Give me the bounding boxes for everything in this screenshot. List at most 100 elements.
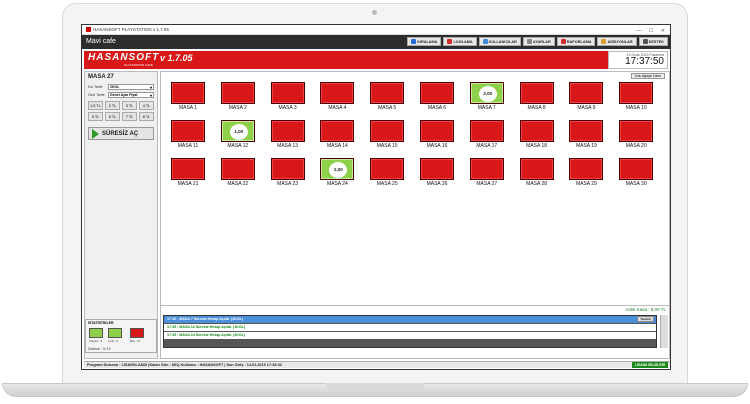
table-label: MASA 23 [277,181,299,187]
toolbar-icon [482,39,488,44]
table-tile[interactable]: MASA 16 [420,120,454,149]
toolbar-label: DESTEK [648,39,664,44]
toolbar-button[interactable]: KIRALAMA [407,37,442,46]
table-status-box [569,158,604,180]
price-button[interactable]: 5 TL [88,112,103,121]
table-tile[interactable]: MASA 26 [420,158,454,187]
table-status-box [569,82,604,104]
table-status-box [320,82,355,104]
cash-total: Anlık Kasa : 5,00 TL [625,307,666,312]
log-panel: Geçmiş Anlık Kasa : 5,00 TL 17:36 : MASA… [160,305,670,359]
table-tile[interactable]: MASA 1 [171,82,205,111]
zone-button[interactable]: Dolu Ağaçin Daha [630,73,665,79]
price-button[interactable]: 6 TL [105,112,120,121]
table-tile[interactable]: MASA 3 [270,82,305,111]
ozel-label: Özel Tarife [88,93,105,97]
table-status-box [519,120,554,142]
cafe-name: Mavi cafe [86,38,116,45]
stat-empty-box [130,328,144,338]
table-status-box [220,158,255,180]
stat-unlimited-box [89,328,103,338]
open-unlimited-button[interactable]: SÜRESİZ AÇ [88,127,154,140]
table-status-box [469,120,504,142]
table-tile[interactable]: MASA 9 [569,82,604,111]
table-tile[interactable]: MASA 23 [270,158,305,187]
table-tile[interactable]: MASA 25 [370,158,405,187]
toolbar-label: KULLANICILAR [488,39,517,44]
toolbar-button[interactable]: DESTEK [638,37,668,46]
table-tile[interactable]: MASA 29 [569,158,604,187]
toolbar-label: ADİSYONLAR [607,39,633,44]
price-button[interactable]: 2 TL [105,101,120,110]
table-tile[interactable]: 1,00 MASA 12 [220,120,255,149]
table-tile[interactable]: MASA 18 [519,120,554,149]
toolbar-icon [526,39,532,44]
price-button[interactable]: 8 TL [139,112,154,121]
open-unlimited-label: SÜRESİZ AÇ [102,130,139,137]
table-tile[interactable]: 2,00 MASA 7 [469,82,504,111]
table-label: MASA 5 [378,105,397,111]
table-tile[interactable]: MASA 17 [469,120,504,149]
table-status-box [420,158,454,180]
table-label: MASA 3 [278,105,297,111]
price-button[interactable]: 4 TL [139,101,154,110]
log-line[interactable]: 17:36 : MASA 7 Süresiz Hesap Açıldı. (2K… [164,316,656,323]
stat-empty-label: Boş : 27 [130,339,141,343]
ozel-select[interactable]: Genel Ayar Fiyat [108,92,154,98]
table-tile[interactable]: MASA 22 [220,158,255,187]
table-tile[interactable]: MASA 11 [171,120,205,149]
table-tile[interactable]: MASA 10 [619,82,654,111]
table-label: MASA 27 [476,181,498,187]
toolbar-button[interactable]: KULLANICILAR [478,37,521,46]
toolbar-label: KIRALAMA [417,39,438,44]
table-tile[interactable]: MASA 8 [519,82,554,111]
table-tile[interactable]: MASA 4 [320,82,355,111]
table-tile[interactable]: MASA 21 [171,158,205,187]
table-tile[interactable]: MASA 28 [519,158,554,187]
table-tile[interactable]: MASA 6 [420,82,454,111]
log-line[interactable]: 17:35 : MASA 12 Süresiz Hesap Açıldı. (1… [164,324,656,331]
log-line[interactable]: 17:35 : MASA 24 Süresiz Hesap Açıldı. (2… [164,332,656,339]
table-label: MASA 20 [625,143,647,149]
table-status-box [569,120,604,142]
kol-select[interactable]: 2KOL [108,84,154,90]
statistics-title: İSTATİSTİKLER [88,321,114,325]
price-button[interactable]: 3 TL [122,101,137,110]
table-tile[interactable]: MASA 15 [370,120,405,149]
table-tile[interactable]: 2,00 MASA 24 [320,158,355,187]
toolbar-button[interactable]: AYARLAR [522,37,555,46]
laptop-notch [325,383,425,389]
toolbar-button[interactable]: ADİSYONLAR [597,37,637,46]
price-button[interactable]: 1,5 TL [88,101,103,110]
statistics-panel: İSTATİSTİKLER Süresiz : 3 Limit : 0 Boş … [85,319,157,353]
toolbar-button[interactable]: RAPORLAMA [556,37,596,46]
license-info-button[interactable]: LİSANS BİLGİLERİ [631,362,668,368]
window-title: HASANSOFT PLAYSTATION v 1.7.05 [93,27,169,32]
table-tile[interactable]: MASA 14 [320,120,355,149]
log-scrollbar[interactable] [660,315,668,348]
table-label: MASA 4 [328,105,347,111]
table-tile[interactable]: MASA 19 [569,120,604,149]
price-button[interactable]: 7 TL [122,112,137,121]
toolbar-button[interactable]: LOGLAMA [443,37,477,46]
table-label: MASA 21 [177,181,199,187]
price-button-grid: 1,5 TL 2 TL 3 TL 4 TL 5 TL 6 TL 7 TL 8 TL [85,98,157,124]
log-clear-button[interactable]: Temizle [637,316,654,322]
table-status-box [171,82,205,104]
table-label: MASA 22 [227,181,249,187]
table-tile[interactable]: MASA 5 [370,82,405,111]
brand-subtitle: PLAYSTATION CAFE [124,63,153,67]
clock-panel: 14 Ocak 2019 Pazartesi 17:37:50 [608,51,668,69]
table-tile[interactable]: MASA 27 [469,158,504,187]
table-label: MASA 7 [477,105,496,111]
stat-limit-box [108,328,122,338]
table-tile[interactable]: MASA 13 [270,120,305,149]
version-label: v 1.7.05 [160,53,193,63]
app-screen: HASANSOFT PLAYSTATION v 1.7.05 — ☐ ✕ Mav… [81,24,671,370]
table-label: MASA 29 [575,181,597,187]
table-tile[interactable]: MASA 30 [619,158,654,187]
table-label: MASA 26 [426,181,448,187]
toolbar-icon [560,39,566,44]
table-tile[interactable]: MASA 2 [220,82,255,111]
table-tile[interactable]: MASA 20 [619,120,654,149]
